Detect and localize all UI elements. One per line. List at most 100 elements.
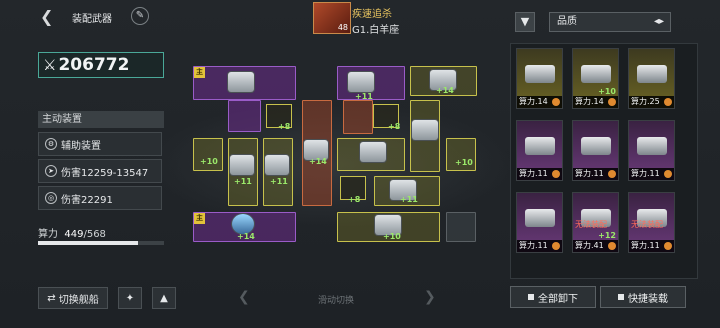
upgrade-icon xyxy=(608,242,616,250)
edit-icon[interactable]: ✎ xyxy=(131,7,149,25)
crossed-swords-icon: ⚔ xyxy=(43,56,57,74)
upgrade-icon xyxy=(608,170,616,178)
quick-equip-label: 快捷装载 xyxy=(628,293,668,305)
item-power-label: 算力.11 xyxy=(575,169,604,178)
capacity-total: 568 xyxy=(86,229,106,240)
item-power: 算力.14 xyxy=(573,96,618,108)
module-bonus: +11 xyxy=(400,195,418,204)
module-slot[interactable] xyxy=(343,100,373,134)
upgrade-icon xyxy=(608,98,616,106)
empty-slot[interactable] xyxy=(446,212,476,242)
upgrade-icon xyxy=(552,242,560,250)
module-bonus: +8 xyxy=(348,195,361,204)
weapon-icon xyxy=(525,209,555,227)
weapon-icon xyxy=(360,142,386,162)
mission-level: 48 xyxy=(337,23,348,32)
weapon-icon xyxy=(581,65,611,83)
item-power-label: 算力.11 xyxy=(519,241,548,250)
module-slot[interactable] xyxy=(193,138,223,171)
back-button[interactable]: ❮ xyxy=(40,7,53,26)
weapon-icon xyxy=(412,120,438,140)
item-power: 算力.14 xyxy=(517,96,562,108)
item-power-label: 算力.11 xyxy=(519,169,548,178)
upgrade-icon xyxy=(552,170,560,178)
power-display: ⚔ 206772 xyxy=(38,52,164,78)
ship-icon: ▲ xyxy=(160,292,168,304)
weapon-icon xyxy=(228,72,254,92)
upgrade-icon xyxy=(664,98,672,106)
sort-label: 品质 xyxy=(557,16,577,27)
item-power-label: 算力.11 xyxy=(631,169,660,178)
item-power: 算力.11 xyxy=(629,240,674,252)
funnel-icon[interactable]: ▼ xyxy=(515,12,535,32)
item-bonus: +10 xyxy=(598,87,616,96)
gear-icon: ⚙ xyxy=(45,138,57,150)
target-icon: ◎ xyxy=(45,192,57,204)
unequip-all-button[interactable]: 全部卸下 xyxy=(510,286,596,308)
inventory-item[interactable]: 算力.11 xyxy=(516,192,563,253)
switch-ship-label: 切换舰船 xyxy=(58,294,99,306)
weapon-icon xyxy=(265,155,289,175)
inventory-item[interactable]: 无法装配 算力.11 xyxy=(628,192,675,253)
module-bonus: +14 xyxy=(309,157,327,166)
page-title: 装配武器 xyxy=(72,14,112,25)
module-bonus: +11 xyxy=(234,177,252,186)
inventory-item[interactable]: 算力.11 xyxy=(572,120,619,181)
weapon-icon xyxy=(637,137,667,155)
capacity-bar-fill xyxy=(38,241,138,245)
arrow-right-icon[interactable]: ❯ xyxy=(424,289,436,305)
mission-name: 疾速追杀 xyxy=(352,9,392,20)
item-bonus: +12 xyxy=(598,231,616,240)
sort-toggle-icon: ◂▸ xyxy=(653,16,664,27)
module-bonus: +10 xyxy=(200,157,218,166)
stat-label: 伤害12259-13547 xyxy=(61,167,149,179)
sort-dropdown[interactable]: 品质 ◂▸ xyxy=(549,12,671,32)
item-power-label: 算力.25 xyxy=(631,97,660,106)
inventory-item[interactable]: 算力.11 xyxy=(516,120,563,181)
inventory-panel: 算力.14 +10 算力.14 算力.25 算力.11 算力.11 算力.11 算力.11 无法… xyxy=(510,43,698,279)
upgrade-icon xyxy=(664,170,672,178)
capacity-used: 449 xyxy=(64,229,84,240)
item-power: 算力.41 xyxy=(573,240,618,252)
stat-label: 辅助装置 xyxy=(61,140,101,152)
unequip-all-label: 全部卸下 xyxy=(538,293,578,305)
square-icon xyxy=(618,294,624,300)
arrow-left-icon[interactable]: ❮ xyxy=(238,289,250,305)
switch-ship-button[interactable]: ⇄ 切换舰船 xyxy=(38,287,108,309)
stat-damage[interactable]: ◎ 伤害22291 xyxy=(38,186,162,210)
inventory-item[interactable]: 算力.14 xyxy=(516,48,563,109)
module-bonus: +14 xyxy=(436,86,454,95)
power-value: 206772 xyxy=(58,55,130,75)
item-power: 算力.25 xyxy=(629,96,674,108)
item-power-label: 算力.14 xyxy=(575,97,604,106)
inventory-item[interactable]: 无法装配 +12 算力.41 xyxy=(572,192,619,253)
module-bonus: +11 xyxy=(270,177,288,186)
weapon-icon xyxy=(637,65,667,83)
capacity-label: 算力 xyxy=(38,229,58,240)
item-power: 算力.11 xyxy=(517,240,562,252)
weapon-icon xyxy=(230,155,254,175)
module-bonus: +8 xyxy=(388,122,401,131)
item-power: 算力.11 xyxy=(573,168,618,180)
item-power-label: 算力.11 xyxy=(631,241,660,250)
item-power: 算力.11 xyxy=(629,168,674,180)
mission-stage: G1.白羊座 xyxy=(352,25,400,36)
stat-support-device[interactable]: ⚙ 辅助装置 xyxy=(38,132,162,156)
module-bonus: +8 xyxy=(278,122,291,131)
quick-equip-button[interactable]: 快捷装载 xyxy=(600,286,686,308)
weapon-icon xyxy=(232,214,254,234)
stat-label: 伤害22291 xyxy=(61,194,113,206)
inventory-item[interactable]: +10 算力.14 xyxy=(572,48,619,109)
upgrade-icon xyxy=(664,242,672,250)
item-power-label: 算力.41 xyxy=(575,241,604,250)
ship-class-button[interactable]: ▲ xyxy=(152,287,176,309)
upgrade-icon xyxy=(552,98,560,106)
mission-avatar[interactable]: 48 xyxy=(313,2,351,34)
inventory-item[interactable]: 算力.25 xyxy=(628,48,675,109)
module-slot[interactable] xyxy=(228,100,261,132)
stat-damage-range[interactable]: ➤ 伤害12259-13547 xyxy=(38,159,162,183)
inventory-item[interactable]: 算力.11 xyxy=(628,120,675,181)
ship-emblem-button[interactable]: ✦ xyxy=(118,287,142,309)
wing-icon: ➤ xyxy=(45,165,57,177)
item-power-label: 算力.14 xyxy=(519,97,548,106)
